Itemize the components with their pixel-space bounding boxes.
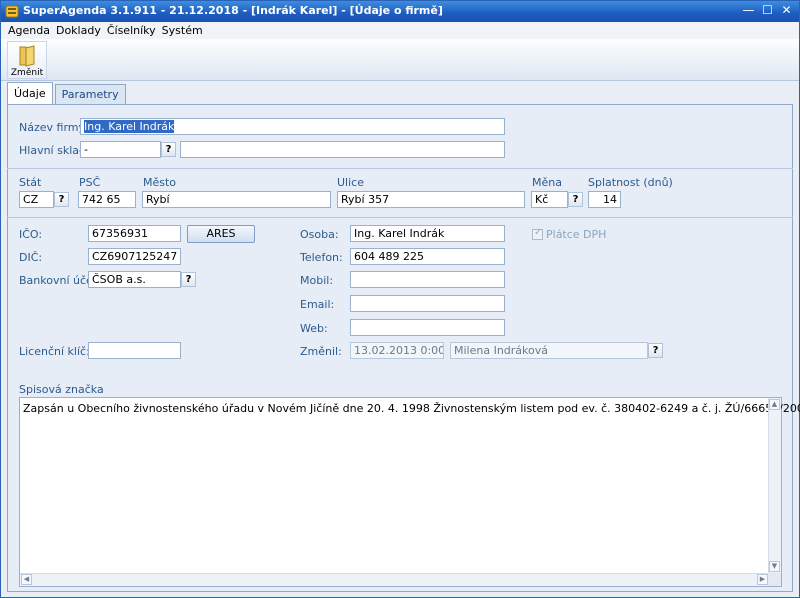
city-label: Město xyxy=(143,176,177,189)
edit-button[interactable]: Změnit xyxy=(7,41,47,79)
ares-button[interactable]: ARES xyxy=(187,225,255,243)
tab-parametry[interactable]: Parametry xyxy=(54,84,126,104)
scrollbar-corner xyxy=(768,573,781,586)
menu-ciselniky[interactable]: Číselníky xyxy=(104,22,159,39)
company-name-label: Název firmy: xyxy=(19,121,88,134)
scroll-left-icon[interactable]: ◀ xyxy=(21,574,32,585)
web-label: Web: xyxy=(300,322,328,335)
warehouse-code-field[interactable]: - xyxy=(80,141,161,158)
warehouse-lookup-button[interactable]: ? xyxy=(161,142,176,157)
scroll-right-icon[interactable]: ▶ xyxy=(757,574,768,585)
divider xyxy=(7,217,793,218)
dic-field[interactable]: CZ6907125247 xyxy=(88,248,181,265)
city-field[interactable]: Rybí xyxy=(142,191,331,208)
changed-user-lookup-button[interactable]: ? xyxy=(648,343,663,358)
dic-label: DIČ: xyxy=(19,251,43,264)
bank-account-lookup-button[interactable]: ? xyxy=(181,272,196,287)
person-label: Osoba: xyxy=(300,228,339,241)
registry-label: Spisová značka xyxy=(19,383,104,396)
changed-user-field: Milena Indráková xyxy=(450,342,648,359)
mobile-label: Mobil: xyxy=(300,274,334,287)
title-bar[interactable]: SuperAgenda 3.1.911 - 21.12.2018 - [Indr… xyxy=(1,1,799,22)
ico-label: IČO: xyxy=(19,228,43,241)
bank-account-field[interactable]: ČSOB a.s. xyxy=(88,271,181,288)
license-key-label: Licenční klíč: xyxy=(19,345,90,358)
close-button[interactable]: ✕ xyxy=(778,2,795,19)
country-label: Stát xyxy=(19,176,42,189)
tab-udaje[interactable]: Údaje xyxy=(7,82,53,105)
phone-label: Telefon: xyxy=(300,251,343,264)
maximize-button[interactable]: ☐ xyxy=(759,2,776,19)
country-field[interactable]: CZ xyxy=(19,191,54,208)
menu-system[interactable]: Systém xyxy=(159,22,206,39)
street-field[interactable]: Rybí 357 xyxy=(337,191,525,208)
due-days-label: Splatnost (dnů) xyxy=(588,176,673,189)
menu-bar: Agenda Doklady Číselníky Systém xyxy=(1,22,799,39)
window-title: SuperAgenda 3.1.911 - 21.12.2018 - [Indr… xyxy=(23,4,443,17)
divider xyxy=(7,168,793,169)
zip-label: PSČ xyxy=(79,176,101,189)
menu-agenda[interactable]: Agenda xyxy=(5,22,53,39)
folder-icon xyxy=(19,45,35,67)
changed-by-label: Změnil: xyxy=(300,345,342,358)
menu-doklady[interactable]: Doklady xyxy=(53,22,104,39)
currency-label: Měna xyxy=(532,176,562,189)
changed-date-field: 13.02.2013 0:00 xyxy=(350,342,444,359)
email-label: Email: xyxy=(300,298,335,311)
mobile-field[interactable] xyxy=(350,271,505,288)
license-key-field[interactable] xyxy=(88,342,181,359)
currency-lookup-button[interactable]: ? xyxy=(568,192,583,207)
due-days-field[interactable]: 14 xyxy=(588,191,621,208)
company-name-value: Ing. Karel Indrák xyxy=(84,120,175,133)
street-label: Ulice xyxy=(337,176,364,189)
vat-payer-label: Plátce DPH xyxy=(546,228,607,241)
vat-payer-checkbox[interactable] xyxy=(532,227,543,240)
warehouse-name-field[interactable] xyxy=(180,141,505,158)
edit-button-label: Změnit xyxy=(10,68,44,78)
minimize-button[interactable]: — xyxy=(740,2,757,19)
scroll-up-icon[interactable]: ▲ xyxy=(769,399,780,410)
email-field[interactable] xyxy=(350,295,505,312)
zip-field[interactable]: 742 65 xyxy=(78,191,136,208)
person-field[interactable]: Ing. Karel Indrák xyxy=(350,225,505,242)
country-lookup-button[interactable]: ? xyxy=(54,192,69,207)
web-field[interactable] xyxy=(350,319,505,336)
registry-text: Zapsán u Obecního živnostenského úřadu v… xyxy=(23,402,800,415)
currency-field[interactable]: Kč xyxy=(531,191,568,208)
horizontal-scrollbar[interactable]: ◀ ▶ xyxy=(20,573,769,586)
scroll-down-icon[interactable]: ▼ xyxy=(769,561,780,572)
tab-strip: Údaje Parametry xyxy=(7,82,128,105)
app-logo-icon xyxy=(5,5,19,18)
registry-textarea[interactable]: Zapsán u Obecního živnostenského úřadu v… xyxy=(19,397,800,587)
app-window: SuperAgenda 3.1.911 - 21.12.2018 - [Indr… xyxy=(0,0,800,598)
toolbar: Změnit xyxy=(1,39,799,81)
ico-field[interactable]: 67356931 xyxy=(88,225,181,242)
phone-field[interactable]: 604 489 225 xyxy=(350,248,505,265)
vertical-scrollbar[interactable]: ▲ ▼ xyxy=(768,398,781,573)
company-name-field[interactable]: Ing. Karel Indrák xyxy=(80,118,505,135)
